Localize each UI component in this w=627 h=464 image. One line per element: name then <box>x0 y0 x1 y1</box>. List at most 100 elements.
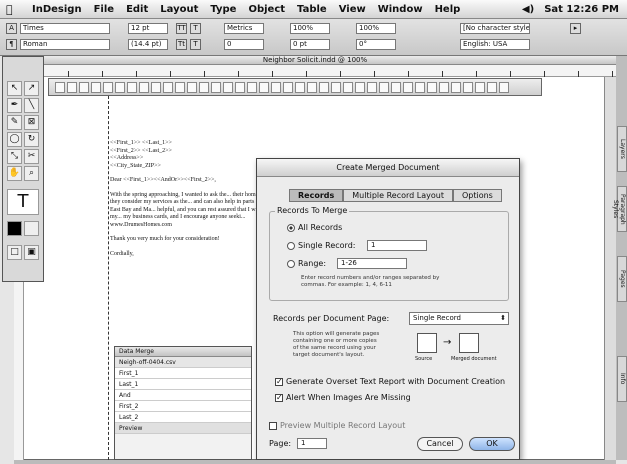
preview-checkbox[interactable]: Preview <box>115 423 251 434</box>
rotate-tool-icon[interactable]: ↻ <box>24 132 39 147</box>
tab-pages[interactable]: Pages <box>617 256 627 302</box>
tab-info[interactable]: Info <box>617 356 627 402</box>
normal-view-icon[interactable]: □ <box>7 245 22 260</box>
toolbar-button-icon[interactable] <box>307 81 317 93</box>
preview-view-icon[interactable]: ▣ <box>24 245 39 260</box>
toolbar-button-icon[interactable] <box>187 81 197 93</box>
line-tool-icon[interactable]: ╲ <box>24 98 39 113</box>
toolbar-button-icon[interactable] <box>439 81 449 93</box>
direct-selection-tool-icon[interactable]: ↗ <box>24 81 39 96</box>
paragraph-mode-icon[interactable]: ¶ <box>6 39 17 50</box>
toolbar-button-icon[interactable] <box>427 81 437 93</box>
font-size-field[interactable]: 12 pt <box>128 23 168 34</box>
toolbar-button-icon[interactable] <box>355 81 365 93</box>
selection-tool-icon[interactable]: ↖ <box>7 81 22 96</box>
vertical-scale-field[interactable]: 100% <box>290 23 330 34</box>
toolbar-button-icon[interactable] <box>211 81 221 93</box>
toolbar-button-icon[interactable] <box>415 81 425 93</box>
toolbar-button-icon[interactable] <box>487 81 497 93</box>
menu-window[interactable]: Window <box>378 4 423 15</box>
panel-menu-icon[interactable]: ▸ <box>570 23 581 34</box>
all-caps-icon[interactable]: TT <box>176 23 187 34</box>
hand-tool-icon[interactable]: ✋ <box>7 166 22 181</box>
menu-edit[interactable]: Edit <box>126 4 148 15</box>
baseline-shift-field[interactable]: 0 pt <box>290 39 330 50</box>
toolbar-button-icon[interactable] <box>223 81 233 93</box>
range-radio[interactable]: Range: <box>287 259 326 268</box>
pen-tool-icon[interactable]: ✒ <box>7 98 22 113</box>
field-item[interactable]: And <box>115 390 251 401</box>
small-caps-icon[interactable]: Tt <box>176 39 187 50</box>
toolbar-button-icon[interactable] <box>139 81 149 93</box>
toolbar-button-icon[interactable] <box>199 81 209 93</box>
language-select[interactable]: English: USA <box>460 39 530 50</box>
field-item[interactable]: First_2 <box>115 401 251 412</box>
records-per-page-select[interactable]: Single Record ⬍ <box>409 312 509 325</box>
page-input[interactable]: 1 <box>297 438 327 449</box>
toolbar-button-icon[interactable] <box>247 81 257 93</box>
toolbar-button-icon[interactable] <box>127 81 137 93</box>
data-merge-title[interactable]: Data Merge <box>115 347 251 357</box>
letter-text-frame[interactable]: <<First_1>> <<Last_1>> <<First_2>> <<Las… <box>110 140 270 265</box>
toolbar-button-icon[interactable] <box>343 81 353 93</box>
toolbar-button-icon[interactable] <box>295 81 305 93</box>
toolbar-button-icon[interactable] <box>91 81 101 93</box>
toolbar-button-icon[interactable] <box>403 81 413 93</box>
scissors-tool-icon[interactable]: ✂ <box>24 149 39 164</box>
toolbar-button-icon[interactable] <box>259 81 269 93</box>
tab-layers[interactable]: Layers <box>617 126 627 172</box>
font-style-field[interactable]: Roman <box>20 39 110 50</box>
toolbar-button-icon[interactable] <box>499 81 509 93</box>
menu-table[interactable]: Table <box>297 4 327 15</box>
ellipse-tool-icon[interactable]: ◯ <box>7 132 22 147</box>
subscript-icon[interactable]: T <box>190 39 201 50</box>
character-mode-icon[interactable]: A <box>6 23 17 34</box>
toolbar-button-icon[interactable] <box>319 81 329 93</box>
field-item[interactable]: Last_2 <box>115 412 251 423</box>
tab-multiple-record-layout[interactable]: Multiple Record Layout <box>343 189 453 202</box>
toolbar-button-icon[interactable] <box>367 81 377 93</box>
toolbar-button-icon[interactable] <box>103 81 113 93</box>
toolbar-button-icon[interactable] <box>151 81 161 93</box>
menu-type[interactable]: Type <box>210 4 236 15</box>
pencil-tool-icon[interactable]: ✎ <box>7 115 22 130</box>
menu-object[interactable]: Object <box>248 4 285 15</box>
toolbar-button-icon[interactable] <box>175 81 185 93</box>
tracking-field[interactable]: 0 <box>224 39 264 50</box>
toolbar-button-icon[interactable] <box>331 81 341 93</box>
preview-layout-checkbox[interactable]: Preview Multiple Record Layout <box>269 421 405 430</box>
zoom-tool-icon[interactable]: ⌕ <box>24 166 39 181</box>
type-tool-icon[interactable]: T <box>7 189 39 215</box>
toolbar-button-icon[interactable] <box>67 81 77 93</box>
tab-records[interactable]: Records <box>289 189 344 202</box>
field-item[interactable]: First_1 <box>115 368 251 379</box>
fill-swatch-icon[interactable] <box>7 221 22 236</box>
menubar-clock[interactable]: Sat 12:26 PM <box>544 4 619 15</box>
character-style-select[interactable]: [No character style] <box>460 23 530 34</box>
ok-button[interactable]: OK <box>469 437 515 451</box>
toolbar-button-icon[interactable] <box>55 81 65 93</box>
single-record-radio[interactable]: Single Record: <box>287 241 355 250</box>
stroke-swatch-icon[interactable] <box>24 221 39 236</box>
superscript-icon[interactable]: T <box>190 23 201 34</box>
toolbar-button-icon[interactable] <box>115 81 125 93</box>
menu-indesign[interactable]: InDesign <box>32 4 82 15</box>
toolbar-button-icon[interactable] <box>283 81 293 93</box>
menu-view[interactable]: View <box>339 4 366 15</box>
toolbar-button-icon[interactable] <box>475 81 485 93</box>
field-item[interactable]: Last_1 <box>115 379 251 390</box>
toolbar-button-icon[interactable] <box>451 81 461 93</box>
cancel-button[interactable]: Cancel <box>417 437 463 451</box>
scale-tool-icon[interactable]: ⤡ <box>7 149 22 164</box>
skew-field[interactable]: 0° <box>356 39 396 50</box>
horizontal-scale-field[interactable]: 100% <box>356 23 396 34</box>
images-missing-checkbox[interactable]: ✓ Alert When Images Are Missing <box>275 393 411 402</box>
toolbar-button-icon[interactable] <box>271 81 281 93</box>
apple-menu-icon[interactable]:  <box>6 3 20 16</box>
range-input[interactable]: 1-26 <box>337 258 407 269</box>
rectangle-frame-tool-icon[interactable]: ⊠ <box>24 115 39 130</box>
overset-checkbox[interactable]: ✓ Generate Overset Text Report with Docum… <box>275 377 505 386</box>
menu-file[interactable]: File <box>94 4 114 15</box>
toolbar-button-icon[interactable] <box>391 81 401 93</box>
tab-options[interactable]: Options <box>452 189 502 202</box>
